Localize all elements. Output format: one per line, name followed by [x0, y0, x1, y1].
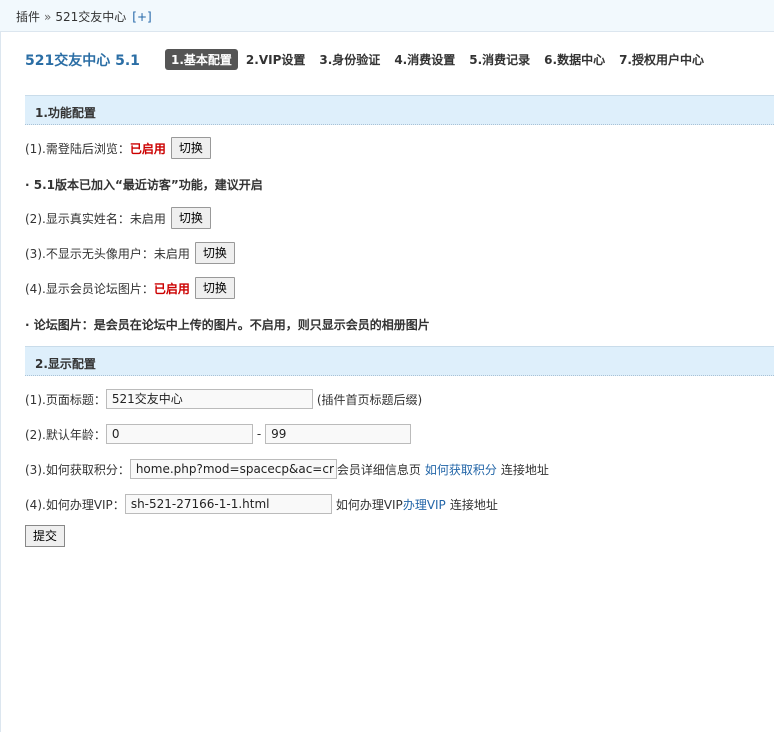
toggle-button[interactable]: 切换 — [194, 277, 235, 299]
note-recent-visitors: · 5.1版本已加入“最近访客”功能，建议开启 — [25, 178, 263, 192]
vip-link-suffix: 连接地址 — [449, 497, 498, 512]
setting-label: (3).如何获取积分： — [25, 462, 130, 477]
toggle-button[interactable]: 切换 — [170, 207, 211, 229]
breadcrumb-current: 521交友中心 — [55, 10, 127, 24]
age-max-input[interactable]: 99 — [265, 424, 412, 444]
tab-authorized-users[interactable]: 7.授权用户中心 — [613, 49, 710, 70]
top-bar: 插件 » 521交友中心 [+] — [0, 0, 774, 32]
note-forum-images: · 论坛图片：是会员在论坛中上传的图片。不启用，则只显示会员的相册图片 — [25, 318, 430, 332]
tab-consumption-records[interactable]: 5.消费记录 — [463, 49, 536, 70]
points-hint: 会员详细信息页 — [336, 462, 421, 477]
tab-data-center[interactable]: 6.数据中心 — [538, 49, 611, 70]
page-title-input[interactable]: 521交友中心 — [105, 389, 313, 409]
setting-label: (1).页面标题： — [25, 392, 106, 407]
setting-row-real-name: (2).显示真实姓名： 未启用 切换 — [25, 207, 211, 229]
setting-row-hide-no-avatar: (3).不显示无头像用户： 未启用 切换 — [25, 242, 235, 264]
setting-row-vip: (4).如何办理VIP： sh-521-27166-1-1.html 如何办理V… — [25, 494, 498, 514]
tab-vip-settings[interactable]: 2.VIP设置 — [240, 49, 311, 70]
app-title: 521交友中心 5.1 — [25, 53, 140, 69]
vip-hint: 如何办理VIP — [335, 497, 403, 512]
section-header-function-config: 1.功能配置 — [25, 95, 774, 125]
status-disabled: 未启用 — [153, 246, 190, 261]
vip-url-input[interactable]: sh-521-27166-1-1.html — [124, 494, 332, 514]
setting-label: (1).需登陆后浏览： — [25, 141, 130, 156]
setting-label: (3).不显示无头像用户： — [25, 246, 154, 261]
breadcrumb-root[interactable]: 插件 — [16, 10, 40, 24]
tab-bar: 1.基本配置 2.VIP设置 3.身份验证 4.消费设置 5.消费记录 6.数据… — [165, 49, 712, 70]
points-link-suffix: 连接地址 — [500, 462, 549, 477]
tab-consumption-settings[interactable]: 4.消费设置 — [388, 49, 461, 70]
section-title: 2.显示配置 — [35, 357, 96, 371]
toggle-button[interactable]: 切换 — [170, 137, 211, 159]
left-border — [0, 32, 1, 732]
age-min-input[interactable]: 0 — [105, 424, 253, 444]
tab-basic-config[interactable]: 1.基本配置 — [165, 49, 238, 70]
points-url-input[interactable]: home.php?mod=spacecp&ac=cr — [129, 459, 337, 479]
page-title-hint: (插件首页标题后缀) — [316, 392, 423, 407]
setting-row-forum-images: (4).显示会员论坛图片： 已启用 切换 — [25, 277, 235, 299]
status-disabled: 未启用 — [129, 211, 166, 226]
vip-link[interactable]: 办理VIP — [403, 496, 446, 513]
setting-row-default-age: (2).默认年龄： 0 - 99 — [25, 424, 412, 444]
status-enabled: 已启用 — [153, 281, 190, 296]
status-enabled: 已启用 — [129, 141, 166, 156]
points-link[interactable]: 如何获取积分 — [425, 461, 497, 478]
setting-row-page-title: (1).页面标题： 521交友中心 (插件首页标题后缀) — [25, 389, 422, 409]
age-range-dash: - — [256, 427, 262, 441]
section-header-display-config: 2.显示配置 — [25, 346, 774, 376]
setting-row-login-required: (1).需登陆后浏览： 已启用 切换 — [25, 137, 211, 159]
breadcrumb-separator: » — [44, 10, 52, 24]
setting-label: (4).如何办理VIP： — [25, 497, 125, 512]
setting-label: (4).显示会员论坛图片： — [25, 281, 154, 296]
breadcrumb: 插件 » 521交友中心 [+] — [16, 8, 152, 25]
submit-button[interactable]: 提交 — [25, 525, 66, 547]
toggle-button[interactable]: 切换 — [194, 242, 235, 264]
breadcrumb-add-link[interactable]: [+] — [132, 10, 151, 24]
tab-identity-verification[interactable]: 3.身份验证 — [313, 49, 386, 70]
setting-label: (2).显示真实姓名： — [25, 211, 130, 226]
setting-row-get-points: (3).如何获取积分： home.php?mod=spacecp&ac=cr 会… — [25, 459, 549, 479]
setting-label: (2).默认年龄： — [25, 427, 106, 442]
section-title: 1.功能配置 — [35, 106, 96, 120]
